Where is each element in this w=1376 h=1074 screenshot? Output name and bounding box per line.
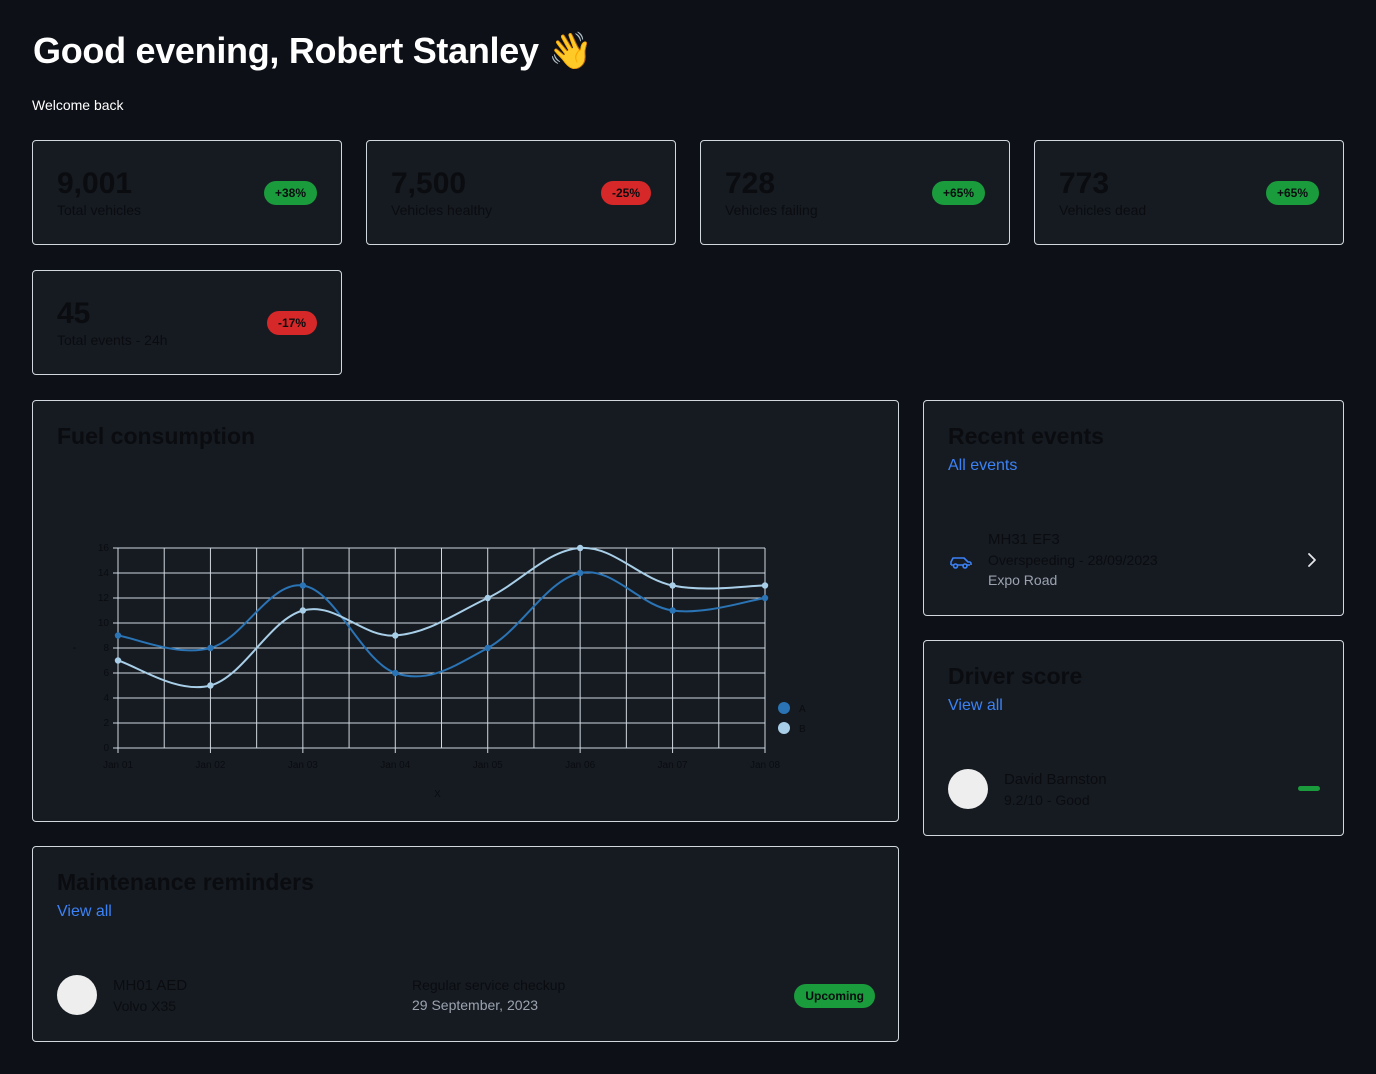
car-icon xyxy=(950,557,972,569)
data-point-B xyxy=(114,657,122,664)
y-tick-label: 0 xyxy=(103,743,109,754)
data-point-A xyxy=(299,582,307,589)
driver-score-card: Driver score View all David Barnston 9.2… xyxy=(923,640,1344,836)
legend-marker-A xyxy=(778,702,790,714)
stat-label: Vehicles dead xyxy=(1059,202,1147,218)
maintenance-task: Regular service checkup xyxy=(412,977,566,993)
maintenance-title: Maintenance reminders xyxy=(57,869,314,895)
driver-score-bar xyxy=(1298,786,1320,791)
data-point-B xyxy=(761,582,769,589)
y-tick-label: 6 xyxy=(103,668,109,679)
maintenance-plate: MH01 AED xyxy=(113,977,188,994)
stat-label: Vehicles failing xyxy=(725,202,818,218)
y-tick-label: 8 xyxy=(103,643,109,654)
y-tick-label: 2 xyxy=(103,718,109,729)
chart-grid xyxy=(117,547,766,749)
recent-events-card: Recent events All events MH31 EF3 Oversp… xyxy=(923,400,1344,616)
x-tick-label: Jan 02 xyxy=(195,760,225,771)
data-point-B xyxy=(576,544,584,552)
data-point-B xyxy=(484,594,491,602)
y-tick-label: 10 xyxy=(98,618,110,629)
driver-name: David Barnston xyxy=(1004,771,1107,788)
stat-card-vehicles-dead: 773 Vehicles dead +65% xyxy=(1034,140,1344,245)
chevron-right-icon xyxy=(1308,553,1316,567)
stat-card-vehicles-healthy: 7,500 Vehicles healthy -25% xyxy=(366,140,676,245)
stat-value: 9,001 xyxy=(57,167,133,200)
stat-value: 728 xyxy=(725,167,776,200)
legend-label-B: B xyxy=(799,724,806,735)
page-subtitle: Welcome back xyxy=(32,97,124,113)
page-greeting: Good evening, Robert Stanley 👋 xyxy=(33,30,593,71)
status-badge: Upcoming xyxy=(794,984,875,1008)
data-point-A xyxy=(761,594,769,602)
maintenance-date: 29 September, 2023 xyxy=(412,997,539,1013)
driver-score-title: Driver score xyxy=(948,663,1083,689)
stat-label: Total vehicles xyxy=(57,202,142,218)
fuel-consumption-title: Fuel consumption xyxy=(57,423,256,449)
avatar xyxy=(57,975,97,1015)
x-axis-label: X xyxy=(434,789,441,800)
stat-change-badge: +65% xyxy=(1265,181,1319,205)
x-tick-label: Jan 04 xyxy=(380,760,410,771)
stat-value: 7,500 xyxy=(391,167,467,200)
avatar xyxy=(948,769,988,809)
legend-marker-B xyxy=(778,722,790,734)
x-tick-label: Jan 06 xyxy=(565,760,595,771)
stat-change-badge: -17% xyxy=(266,311,317,335)
y-tick-label: 16 xyxy=(98,543,110,554)
x-tick-label: Jan 01 xyxy=(103,760,133,771)
maintenance-view-all-link[interactable]: View all xyxy=(57,903,112,921)
event-plate: MH31 EF3 xyxy=(988,531,1060,548)
x-tick-label: Jan 05 xyxy=(473,760,503,771)
data-point-A xyxy=(392,669,399,677)
maintenance-item[interactable]: MH01 AED Volvo X35 Regular service check… xyxy=(57,975,875,1017)
stat-label: Total events - 24h xyxy=(57,332,168,348)
chart-axes: 0 2 4 6 8 10 12 14 16 Jan 01 Jan 02 Jan 03 Jan 04 Jan… xyxy=(73,543,780,800)
maintenance-card: Maintenance reminders View all MH01 AED … xyxy=(32,846,899,1042)
stat-label: Vehicles healthy xyxy=(391,202,493,218)
stat-value: 773 xyxy=(1059,167,1110,200)
stat-change-badge: +38% xyxy=(263,181,317,205)
y-tick-label: 12 xyxy=(98,593,110,604)
legend-label-A: A xyxy=(799,704,806,715)
stat-value: 45 xyxy=(57,297,91,330)
event-item[interactable]: MH31 EF3 Overspeeding - 28/09/2023 Expo … xyxy=(948,529,1320,593)
x-tick-label: Jan 03 xyxy=(288,760,318,771)
stat-card-total-events: 45 Total events - 24h -17% xyxy=(32,270,342,375)
stat-change-badge: -25% xyxy=(600,181,651,205)
all-events-link[interactable]: All events xyxy=(948,457,1017,475)
x-tick-label: Jan 07 xyxy=(658,760,688,771)
driver-view-all-link[interactable]: View all xyxy=(948,697,1003,715)
data-point-A xyxy=(207,644,214,652)
maintenance-model: Volvo X35 xyxy=(113,998,177,1014)
driver-item[interactable]: David Barnston 9.2/10 - Good xyxy=(948,769,1320,811)
fuel-consumption-card: Fuel consumption 0 2 4 6 8 10 12 14 16 Jan 01 Jan … xyxy=(32,400,899,822)
stat-card-total-vehicles: 9,001 Total vehicles +38% xyxy=(32,140,342,245)
data-point-A xyxy=(669,607,676,614)
event-detail: Overspeeding - 28/09/2023 xyxy=(988,552,1158,568)
recent-events-title: Recent events xyxy=(948,423,1104,449)
data-point-A xyxy=(114,632,122,639)
data-point-B xyxy=(299,607,307,614)
driver-score-text: 9.2/10 - Good xyxy=(1004,792,1090,808)
y-tick-label: 14 xyxy=(98,568,110,579)
stat-change-badge: +65% xyxy=(931,181,985,205)
x-tick-label: Jan 08 xyxy=(750,760,780,771)
fuel-consumption-chart: 0 2 4 6 8 10 12 14 16 Jan 01 Jan 02 Jan 03 Jan 04 Jan… xyxy=(73,543,806,800)
y-axis-label: Y xyxy=(73,644,79,651)
stat-card-vehicles-failing: 728 Vehicles failing +65% xyxy=(700,140,1010,245)
chart-legend: AB xyxy=(778,702,806,735)
data-point-B xyxy=(392,632,399,639)
data-point-B xyxy=(207,682,214,689)
event-location: Expo Road xyxy=(988,572,1058,588)
data-point-B xyxy=(669,582,676,589)
y-tick-label: 4 xyxy=(103,693,109,704)
data-point-A xyxy=(484,644,491,652)
data-point-A xyxy=(576,569,584,577)
